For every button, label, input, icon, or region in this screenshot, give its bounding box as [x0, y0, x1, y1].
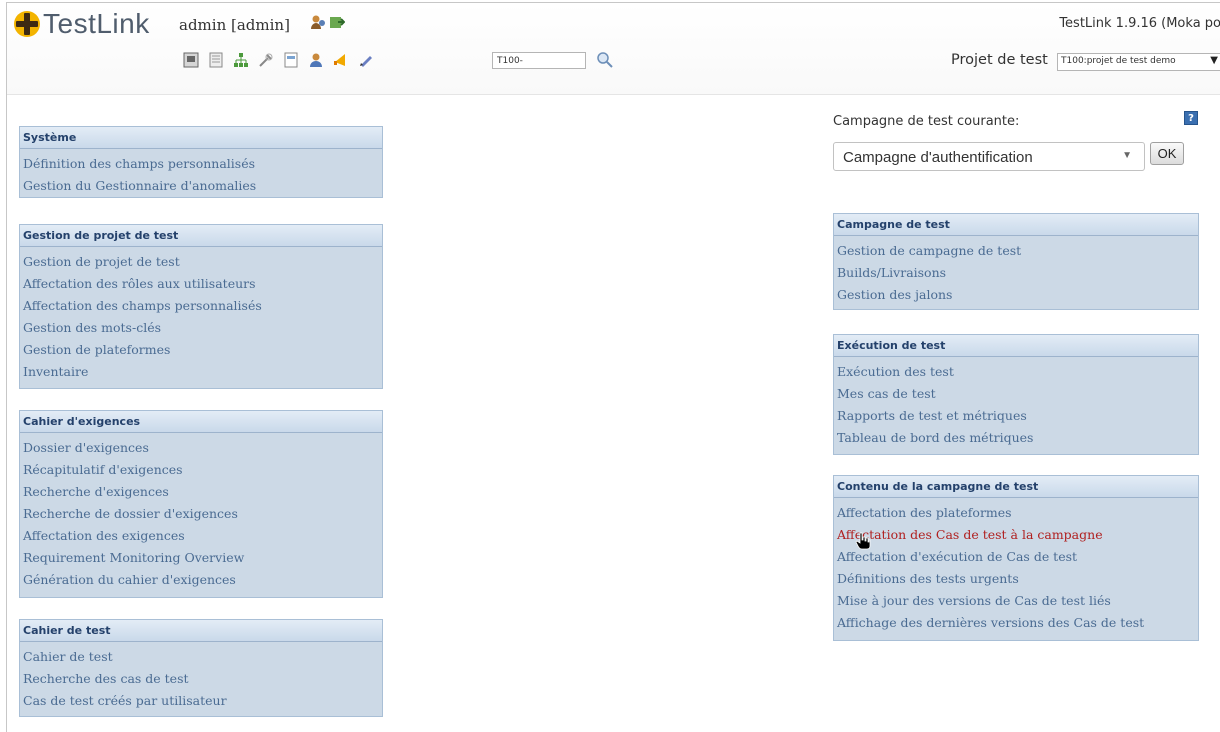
link-issue-tracker-management[interactable]: Gestion du Gestionnaire d'anomalies [23, 175, 379, 197]
panel-test-plan-contents: Contenu de la campagne de test Affectati… [833, 475, 1199, 641]
panel-title: Cahier de test [20, 620, 382, 642]
test-case-search-input[interactable] [492, 52, 586, 69]
main-toolbar [183, 49, 374, 71]
testlink-window: TestLink admin [admin] TestLink 1.9.16 (… [6, 2, 1220, 732]
link-test-specification[interactable]: Cahier de test [23, 646, 379, 668]
test-plan-select-value: Campagne d'authentification [843, 149, 1033, 166]
link-requirements-assignment[interactable]: Affectation des exigences [23, 525, 379, 547]
project-label: Projet de test [951, 52, 1048, 68]
panel-title: Contenu de la campagne de test [834, 476, 1198, 498]
logo-text: TestLink [43, 8, 150, 39]
panel-test-plan: Campagne de test Gestion de campagne de … [833, 213, 1199, 310]
test-plan-select[interactable]: Campagne d'authentification ▼ [833, 142, 1145, 171]
link-custom-fields-assignment[interactable]: Affectation des champs personnalisés [23, 295, 379, 317]
panel-title: Exécution de test [834, 335, 1198, 357]
link-inventory[interactable]: Inventaire [23, 361, 379, 383]
link-requirements-search[interactable]: Recherche d'exigences [23, 481, 379, 503]
events-icon[interactable] [333, 52, 349, 68]
panel-system: Système Définition des champs personnali… [19, 126, 383, 198]
panel-test-specification: Cahier de test Cahier de test Recherche … [19, 619, 383, 717]
link-show-latest-test-case-versions[interactable]: Affichage des dernières versions des Cas… [837, 612, 1195, 634]
logout-icon[interactable] [329, 14, 345, 30]
project-select-value: T100:projet de test demo [1061, 56, 1176, 66]
edit-icon[interactable] [358, 52, 374, 68]
panel-test-project-management: Gestion de projet de test Gestion de pro… [19, 224, 383, 389]
link-keywords-management[interactable]: Gestion des mots-clés [23, 317, 379, 339]
link-test-case-execution-assignment[interactable]: Affectation d'exécution de Cas de test [837, 546, 1195, 568]
panel-title: Gestion de projet de test [20, 225, 382, 247]
link-milestones-management[interactable]: Gestion des jalons [837, 284, 1195, 306]
chevron-down-icon: ▼ [1210, 55, 1218, 66]
requirements-icon[interactable] [208, 52, 224, 68]
link-platform-assignment[interactable]: Affectation des plateformes [837, 502, 1195, 524]
user-icon[interactable] [308, 52, 324, 68]
ok-button[interactable]: OK [1150, 142, 1184, 165]
top-navigation-bar: TestLink admin [admin] TestLink 1.9.16 (… [7, 3, 1220, 95]
hand-cursor-icon [855, 532, 871, 550]
tools-icon[interactable] [258, 52, 274, 68]
link-builds-releases[interactable]: Builds/Livraisons [837, 262, 1195, 284]
link-requirements-document-generation[interactable]: Génération du cahier d'exigences [23, 569, 379, 591]
panel-title: Cahier d'exigences [20, 411, 382, 433]
link-test-plan-management[interactable]: Gestion de campagne de test [837, 240, 1195, 262]
desktop-icon[interactable] [183, 52, 199, 68]
link-platforms-management[interactable]: Gestion de plateformes [23, 339, 379, 361]
testlink-logo[interactable]: TestLink [13, 8, 150, 40]
help-icon[interactable]: ? [1184, 111, 1198, 125]
link-update-linked-test-case-versions[interactable]: Mise à jour des versions de Cas de test … [837, 590, 1195, 612]
link-test-reports-metrics[interactable]: Rapports de test et métriques [837, 405, 1195, 427]
link-execute-tests[interactable]: Exécution des test [837, 361, 1195, 383]
personal-settings-icon[interactable] [310, 14, 326, 30]
panel-title: Campagne de test [834, 214, 1198, 236]
link-requirement-specification[interactable]: Dossier d'exigences [23, 437, 379, 459]
panel-requirements: Cahier d'exigences Dossier d'exigences R… [19, 410, 383, 598]
link-test-cases-created-per-user[interactable]: Cas de test créés par utilisateur [23, 690, 379, 712]
chevron-down-icon: ▼ [1122, 150, 1132, 161]
current-test-plan-label: Campagne de test courante: [833, 114, 1020, 129]
project-select[interactable]: T100:projet de test demo ▼ [1057, 53, 1220, 71]
document-icon[interactable] [283, 52, 299, 68]
link-custom-fields-definition[interactable]: Définition des champs personnalisés [23, 153, 379, 175]
link-requirement-spec-search[interactable]: Recherche de dossier d'exigences [23, 503, 379, 525]
link-my-test-cases[interactable]: Mes cas de test [837, 383, 1195, 405]
logo-icon [14, 11, 40, 37]
link-urgent-tests-definition[interactable]: Définitions des tests urgents [837, 568, 1195, 590]
link-requirements-overview[interactable]: Récapitulatif d'exigences [23, 459, 379, 481]
panel-test-execution: Exécution de test Exécution des test Mes… [833, 334, 1199, 455]
version-label: TestLink 1.9.16 (Moka po [1059, 16, 1220, 31]
hierarchy-icon[interactable] [233, 52, 249, 68]
link-add-test-cases-to-plan[interactable]: Affectation des Cas de test à la campagn… [837, 524, 1195, 546]
link-requirement-monitoring-overview[interactable]: Requirement Monitoring Overview [23, 547, 379, 569]
current-user-label: admin [admin] [179, 16, 290, 34]
link-user-role-assignment[interactable]: Affectation des rôles aux utilisateurs [23, 273, 379, 295]
link-metrics-dashboard[interactable]: Tableau de bord des métriques [837, 427, 1195, 449]
link-test-project-management[interactable]: Gestion de projet de test [23, 251, 379, 273]
search-icon[interactable] [596, 51, 614, 69]
link-test-case-search[interactable]: Recherche des cas de test [23, 668, 379, 690]
panel-title: Système [20, 127, 382, 149]
